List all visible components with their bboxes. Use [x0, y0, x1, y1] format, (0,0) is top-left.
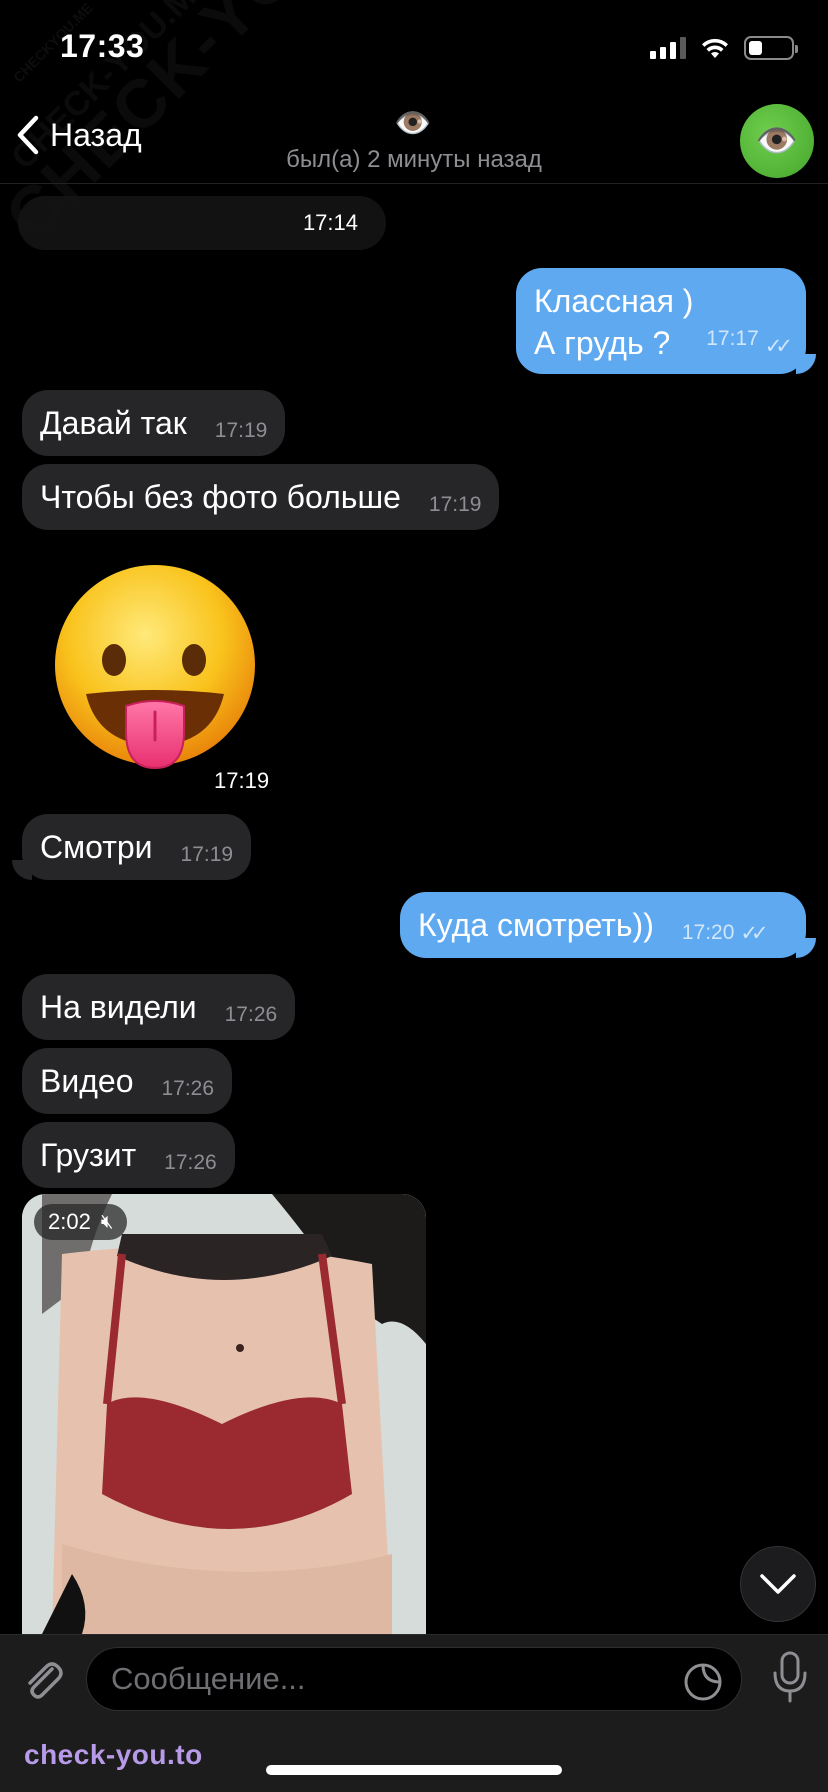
video-message[interactable]: 2:02 🔇︎ — [22, 1194, 426, 1634]
microphone-icon[interactable] — [770, 1651, 810, 1703]
battery-icon — [744, 36, 798, 60]
composer-bar: Сообщение... check-you.to — [0, 1634, 828, 1792]
chat-header: Назад 👁️ был(а) 2 минуты назад 👁️ — [0, 96, 828, 184]
status-icons — [650, 36, 798, 60]
message-text: На видели — [40, 988, 197, 1025]
message-time: 17:19 — [214, 419, 268, 442]
avatar-emoji: 👁️ — [755, 122, 799, 160]
muted-speaker-icon[interactable]: 🔇︎ — [101, 1211, 114, 1234]
cellular-signal-icon — [650, 37, 686, 59]
message-time: 17:17 — [706, 327, 759, 350]
message-outgoing[interactable]: Куда смотреть)) 17:20 ✓✓ — [400, 892, 806, 958]
message-time: 17:19 — [428, 493, 482, 516]
sticker-time: 17:19 — [214, 768, 270, 793]
message-incoming[interactable]: На видели 17:26 — [22, 974, 296, 1040]
wifi-icon — [702, 38, 728, 58]
date-pill-time: 17:14 — [302, 210, 358, 235]
avatar[interactable]: 👁️ — [740, 104, 814, 178]
home-indicator[interactable] — [266, 1765, 562, 1775]
double-check-icon: ✓✓ — [740, 921, 768, 945]
message-input-placeholder: Сообщение... — [111, 1661, 306, 1696]
video-duration-badge: 2:02 🔇︎ — [34, 1204, 128, 1240]
message-text: Смотри — [40, 828, 153, 865]
message-meta: 17:17 ✓✓ — [706, 318, 793, 360]
message-time: 17:20 — [681, 921, 735, 944]
video-duration: 2:02 — [48, 1209, 91, 1234]
message-incoming[interactable]: Давай так 17:19 — [22, 390, 286, 456]
message-outgoing[interactable]: Классная ) А грудь ? 17:17 ✓✓ — [516, 268, 806, 374]
message-incoming[interactable]: Видео 17:26 — [22, 1048, 233, 1114]
message-incoming[interactable]: Смотри 17:19 — [22, 814, 252, 880]
message-text: Куда смотреть)) — [418, 906, 654, 943]
message-incoming[interactable]: Чтобы без фото больше 17:19 — [22, 464, 500, 530]
scroll-to-bottom-button[interactable] — [740, 1546, 816, 1622]
chat-screen: 17:33 CHECKYOU.ME CHECK-YOU.ME CHECK-YOU… — [0, 0, 828, 1792]
sticker-tongue-out-face[interactable] — [52, 564, 258, 770]
message-time: 17:26 — [224, 1003, 278, 1026]
sticker-icon[interactable] — [683, 1662, 723, 1702]
double-check-icon: ✓✓ — [764, 335, 793, 358]
message-time: 17:19 — [180, 843, 234, 866]
video-thumbnail — [22, 1194, 426, 1634]
message-input[interactable]: Сообщение... — [86, 1647, 742, 1711]
message-incoming[interactable]: Грузит 17:26 — [22, 1122, 235, 1188]
chat-title-emoji[interactable]: 👁️ — [394, 106, 431, 141]
message-time: 17:26 — [161, 1077, 215, 1100]
date-pill: 17:14 — [18, 196, 386, 250]
message-time: 17:26 — [164, 1151, 217, 1174]
chevron-down-icon — [760, 1574, 796, 1594]
chat-last-seen: был(а) 2 минуты назад — [286, 146, 542, 173]
message-text: Грузит — [40, 1136, 137, 1173]
message-text-line: Классная ) — [534, 283, 694, 319]
message-text: Видео — [40, 1062, 134, 1099]
paperclip-icon[interactable] — [18, 1655, 66, 1703]
message-text: Давай так — [40, 404, 187, 441]
message-text: Чтобы без фото больше — [40, 478, 401, 515]
footer-watermark: check-you.to — [24, 1739, 203, 1770]
